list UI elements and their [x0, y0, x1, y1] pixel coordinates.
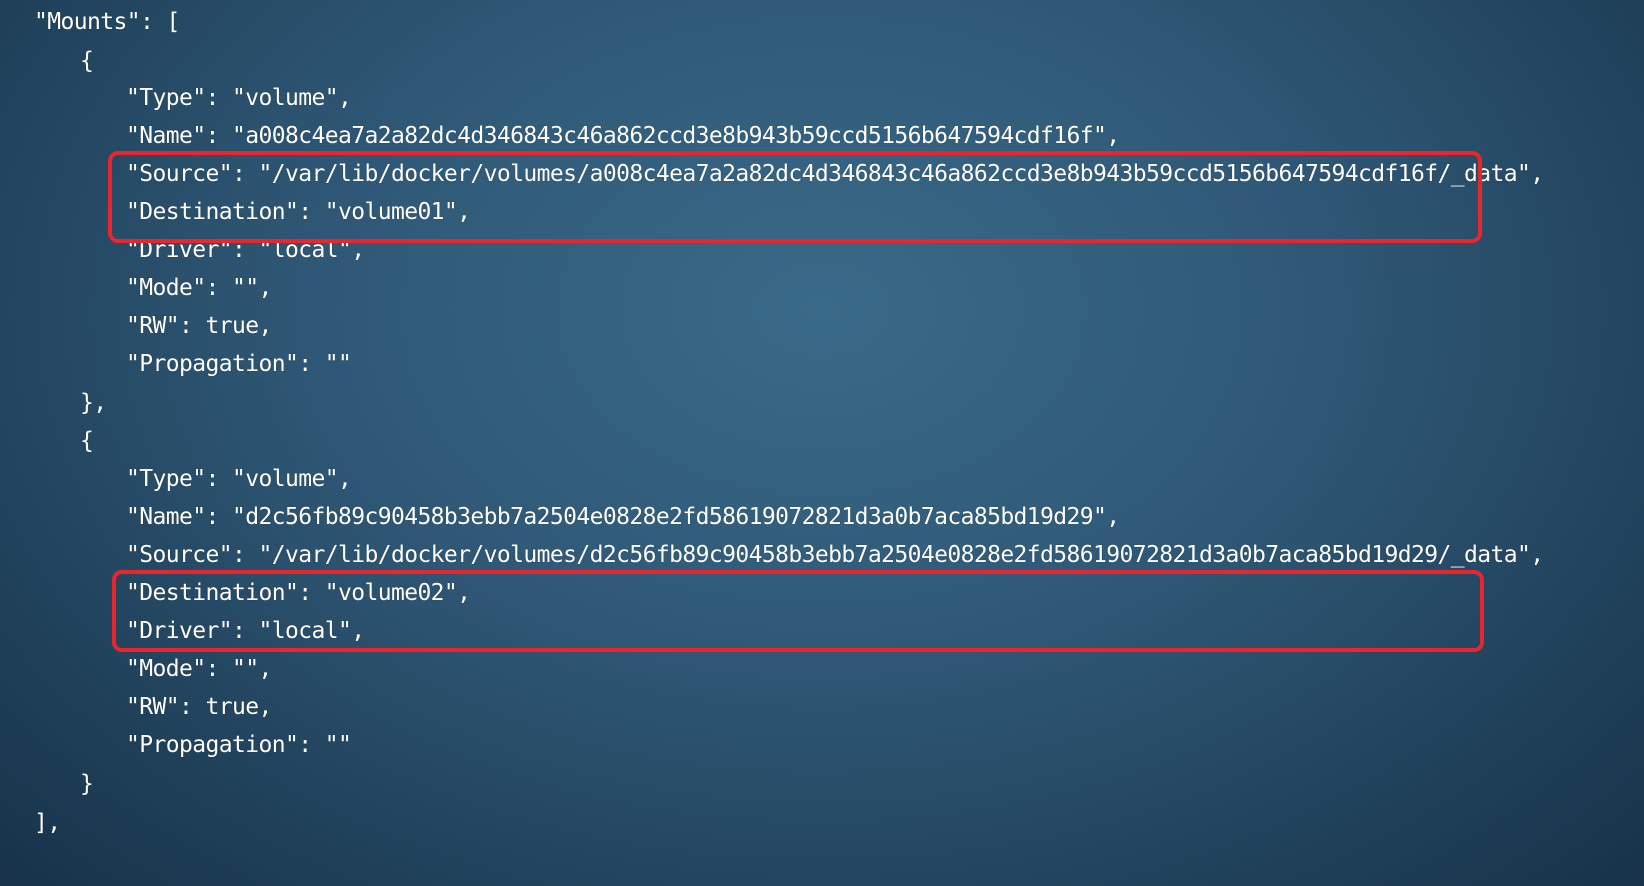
- highlight-box-volume02: [112, 570, 1484, 652]
- highlight-box-volume01: [108, 151, 1482, 243]
- code-line: "Type": "volume",: [126, 466, 352, 492]
- code-line: "RW": true,: [126, 694, 272, 720]
- code-line: },: [80, 390, 107, 416]
- code-line: ],: [34, 810, 61, 836]
- code-line: "Name": "a008c4ea7a2a82dc4d346843c46a862…: [126, 123, 1120, 149]
- code-line: "Propagation": "": [126, 732, 352, 758]
- code-line: "Mounts": [: [34, 9, 180, 35]
- code-line: "Mode": "",: [126, 656, 272, 682]
- code-line: }: [80, 771, 94, 797]
- code-line: {: [80, 48, 94, 74]
- code-line: {: [80, 428, 94, 454]
- code-line: "Type": "volume",: [126, 85, 352, 111]
- code-line: "Source": "/var/lib/docker/volumes/d2c56…: [126, 542, 1544, 568]
- code-line: "Mode": "",: [126, 275, 272, 301]
- code-line: "RW": true,: [126, 313, 272, 339]
- terminal-output: "Mounts": [ { "Type": "volume", "Name": …: [0, 0, 1644, 886]
- code-line: "Name": "d2c56fb89c90458b3ebb7a2504e0828…: [126, 504, 1120, 530]
- code-line: "Propagation": "": [126, 351, 352, 377]
